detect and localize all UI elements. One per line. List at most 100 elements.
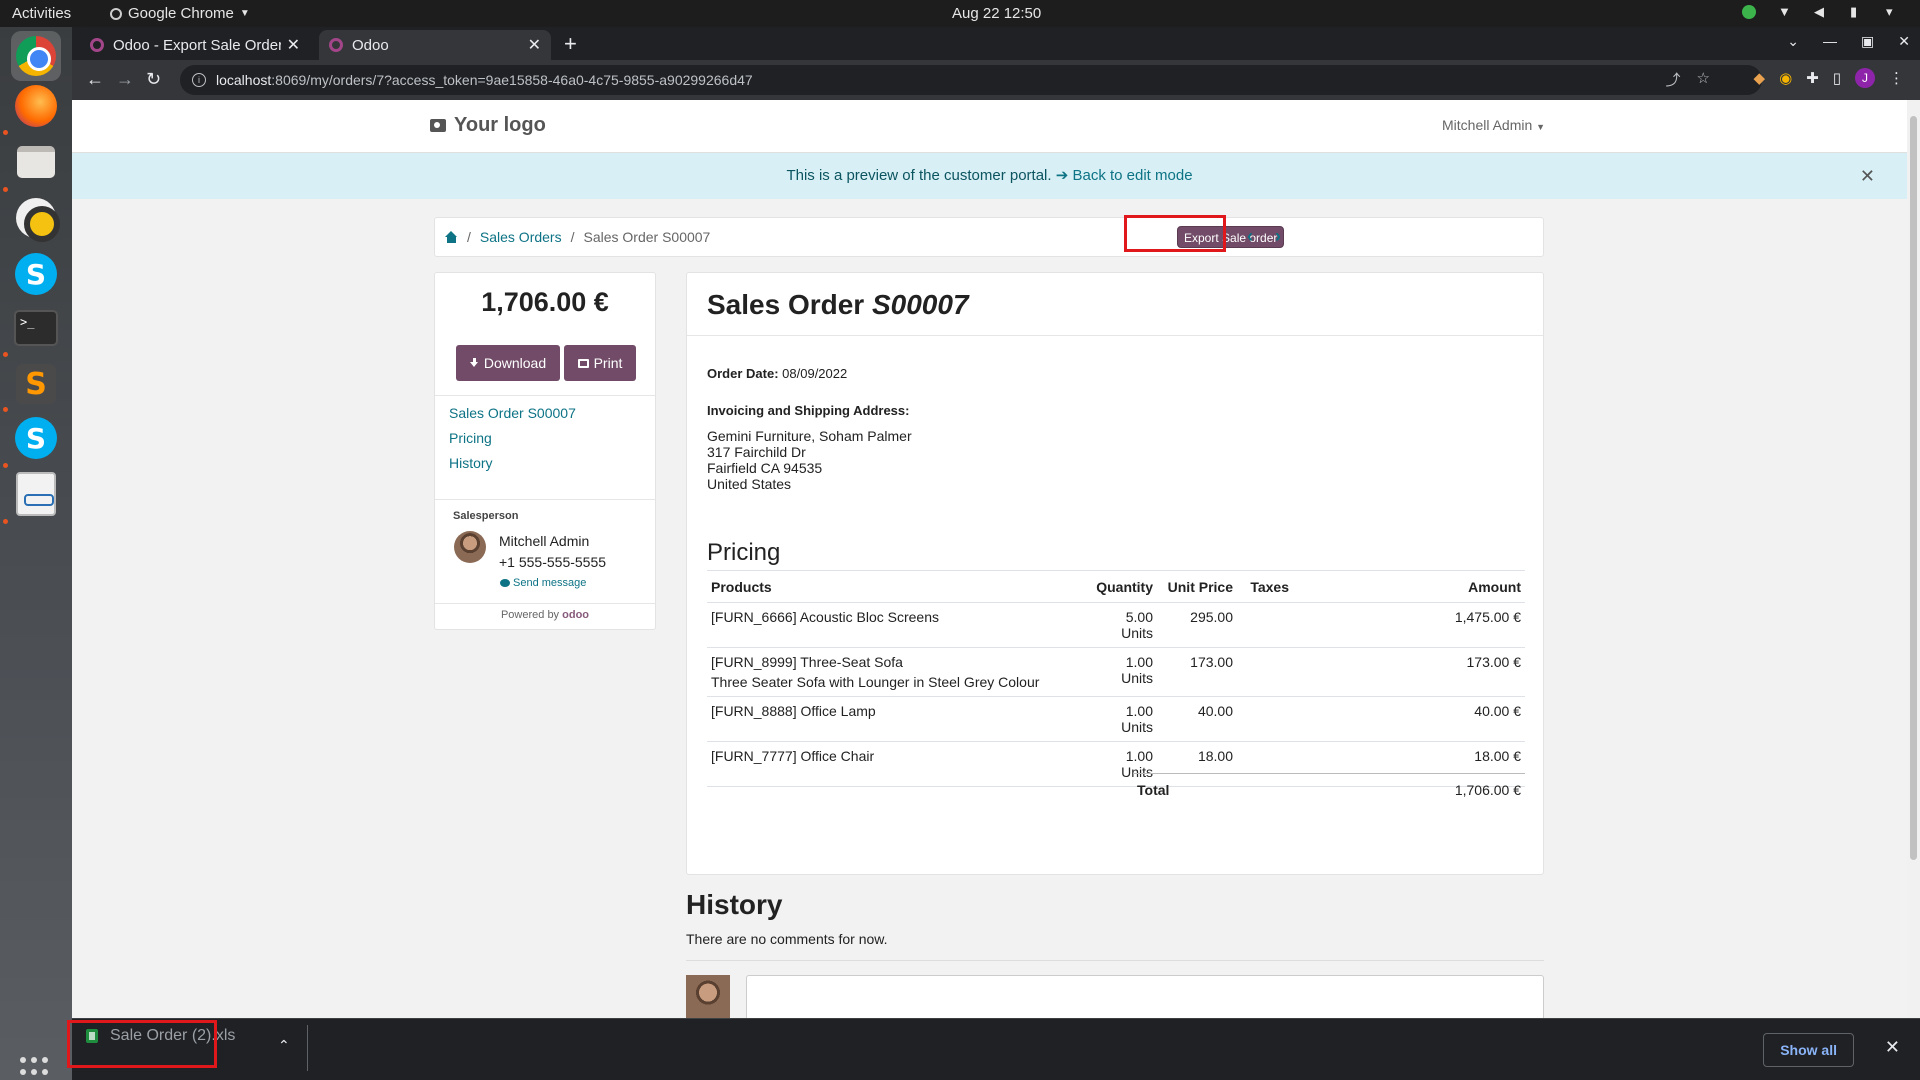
scrollbar-thumb[interactable] — [1910, 116, 1917, 860]
rhythmbox-icon — [16, 198, 60, 242]
new-tab-icon[interactable]: + — [564, 31, 577, 57]
arrow-right-icon: ➔ — [1055, 167, 1069, 184]
app-menu[interactable]: Google Chrome ▼ — [110, 5, 250, 22]
amount-cell: 173.00 € — [1293, 647, 1525, 697]
site-info-icon[interactable]: i — [192, 73, 206, 87]
portal-preview-banner: This is a preview of the customer portal… — [72, 153, 1907, 199]
address-line: Gemini Furniture, Soham Palmer — [707, 428, 912, 444]
chatter-message-input[interactable] — [746, 975, 1544, 1018]
close-tab-icon[interactable]: ✕ — [528, 35, 541, 55]
odoo-brand-link[interactable]: odoo — [562, 609, 589, 621]
chrome-menu-icon[interactable]: ⋮ — [1889, 69, 1904, 87]
clock[interactable]: Aug 22 12:50 — [952, 5, 1041, 22]
product-cell: [FURN_7777] Office Chair — [707, 741, 1087, 787]
divider — [686, 960, 1544, 961]
salesperson-avatar — [454, 531, 486, 563]
back-icon[interactable]: ← — [86, 69, 104, 90]
breadcrumb-sales-orders[interactable]: Sales Orders — [480, 229, 562, 245]
column-taxes: Taxes — [1237, 570, 1293, 603]
chatter-avatar — [686, 975, 730, 1018]
sidebar-nav: Sales Order S00007 Pricing History — [449, 403, 576, 478]
caret-down-icon: ▼ — [239, 8, 250, 19]
dock-files[interactable] — [11, 137, 61, 187]
dock-rhythmbox[interactable] — [11, 193, 61, 243]
app-menu-label: Google Chrome — [128, 5, 234, 22]
address-line: 317 Fairchild Dr — [707, 444, 806, 460]
reload-icon[interactable]: ↻ — [146, 69, 161, 90]
tab-odoo[interactable]: Odoo ✕ — [319, 30, 551, 60]
bookmark-star-icon[interactable]: ☆ — [1697, 69, 1710, 90]
share-icon[interactable]: ⤴ — [1666, 69, 1681, 90]
product-cell: [FURN_8888] Office Lamp — [707, 696, 1087, 742]
sidebar-item-sales-order[interactable]: Sales Order S00007 — [449, 403, 576, 428]
print-button[interactable]: Print — [564, 345, 636, 381]
files-icon — [17, 146, 55, 178]
dock-document-viewer[interactable] — [11, 469, 61, 519]
order-lines-table: Products Quantity Unit Price Taxes Amoun… — [707, 570, 1525, 787]
preview-text: This is a preview of the customer portal… — [786, 167, 1052, 184]
history-empty-text: There are no comments for now. — [686, 931, 888, 947]
dock-chrome[interactable] — [11, 31, 61, 81]
show-applications-icon[interactable] — [20, 1057, 52, 1080]
site-logo[interactable]: Your logo — [430, 114, 546, 137]
sidebar-item-history[interactable]: History — [449, 453, 576, 478]
taxes-cell — [1237, 696, 1293, 742]
dock-terminal[interactable]: >_ — [11, 303, 61, 353]
product-name: [FURN_6666] Acoustic Bloc Screens — [711, 609, 939, 625]
salesperson-name: Mitchell Admin — [499, 533, 590, 549]
quantity-cell: 1.00 Units — [1087, 696, 1157, 742]
maximize-icon[interactable]: ▣ — [1861, 33, 1874, 50]
tab-search-icon[interactable]: ⌄ — [1787, 33, 1799, 50]
side-panel-icon[interactable]: ▯ — [1833, 69, 1841, 87]
total-value: 1,706.00 € — [1454, 782, 1521, 798]
show-all-downloads-button[interactable]: Show all — [1763, 1033, 1854, 1067]
system-tray[interactable]: ▼ ◀ ▮ ▾ — [1742, 5, 1900, 19]
dock-firefox[interactable] — [11, 81, 61, 131]
close-banner-icon[interactable]: ✕ — [1860, 153, 1875, 199]
home-icon[interactable] — [445, 231, 458, 243]
address-line: United States — [707, 476, 792, 492]
order-number: S00007 — [871, 289, 969, 320]
extensions-puzzle-icon[interactable]: ✚ — [1806, 69, 1819, 87]
salesperson-phone: +1 555-555-5555 — [499, 554, 607, 570]
document-viewer-icon — [16, 472, 56, 516]
minimize-icon[interactable]: — — [1823, 33, 1837, 50]
next-record-icon[interactable]: › — [1275, 226, 1281, 247]
profile-avatar[interactable]: J — [1855, 68, 1875, 88]
page-scrollbar[interactable] — [1907, 100, 1920, 1018]
dock-skype[interactable]: S — [11, 249, 61, 299]
dock-skype-2[interactable]: S — [11, 413, 61, 463]
extension-icon[interactable]: ◆ — [1754, 69, 1766, 87]
address-bar[interactable]: i localhost :8069/my/orders/7?access_tok… — [180, 65, 1762, 95]
send-message-link[interactable]: Send message — [500, 577, 586, 589]
amount-cell: 40.00 € — [1293, 696, 1525, 742]
extension-color-icon[interactable]: ◉ — [1779, 69, 1792, 87]
close-window-icon[interactable]: ✕ — [1898, 33, 1910, 50]
order-sidebar: 1,706.00 € Download Print Sales Order S0… — [434, 272, 656, 630]
download-button[interactable]: Download — [456, 345, 560, 381]
extensions-area: ◆ ◉ ✚ ▯ J ⋮ — [1754, 68, 1904, 88]
close-tab-icon[interactable]: ✕ — [287, 35, 300, 55]
forward-icon[interactable]: → — [116, 69, 134, 90]
caret-down-icon: ▼ — [1536, 122, 1546, 132]
tab-title: Odoo - Export Sale Order — [113, 36, 281, 54]
user-menu[interactable]: Mitchell Admin ▼ — [1442, 117, 1545, 133]
window-controls: ⌄ — ▣ ✕ — [1787, 33, 1910, 50]
column-unit-price: Unit Price — [1157, 570, 1237, 603]
sidebar-item-pricing[interactable]: Pricing — [449, 428, 576, 453]
back-to-edit-link[interactable]: ➔ Back to edit mode — [1056, 167, 1193, 184]
tab-export-sale-order[interactable]: Odoo - Export Sale Order ✕ — [80, 30, 310, 60]
salesperson-label: Salesperson — [453, 510, 519, 522]
volume-icon: ◀ — [1814, 4, 1824, 19]
table-row: [FURN_8999] Three-Seat Sofa Three Seater … — [707, 647, 1525, 697]
previous-record-icon[interactable]: ‹ — [1247, 226, 1253, 247]
activities-button[interactable]: Activities — [12, 5, 71, 22]
divider — [687, 335, 1543, 336]
terminal-icon: >_ — [14, 310, 58, 346]
close-shelf-icon[interactable]: ✕ — [1885, 1037, 1900, 1058]
tab-title: Odoo — [352, 36, 389, 54]
dock-sublime[interactable]: S — [11, 359, 61, 409]
breadcrumb-separator: / — [467, 229, 471, 245]
chevron-up-icon[interactable]: ⌃ — [278, 1037, 290, 1054]
omnibox-actions: ⤴ ☆ — [1666, 69, 1710, 90]
